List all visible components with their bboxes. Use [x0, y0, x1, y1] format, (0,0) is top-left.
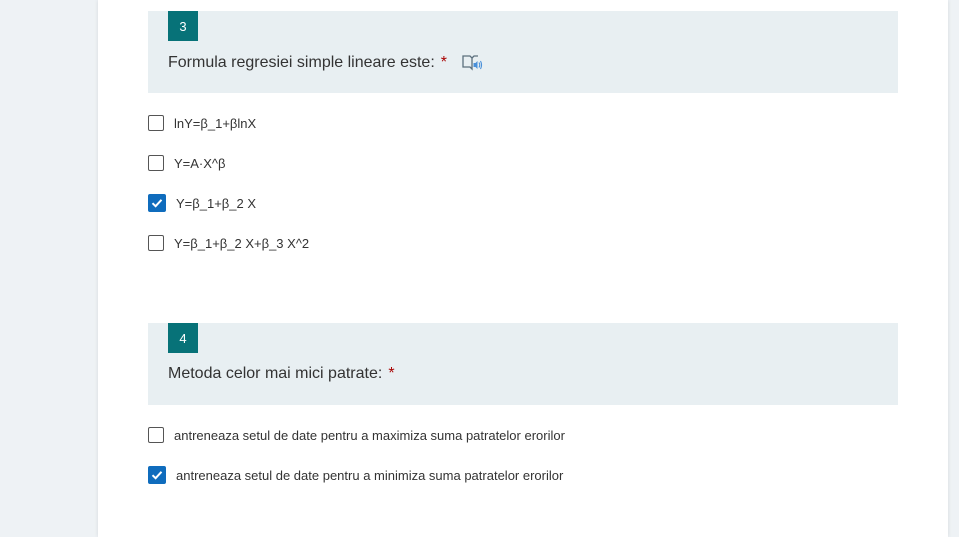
option-label: Y=β_1+β_2 X — [176, 195, 257, 211]
option-q4-2[interactable]: antreneaza setul de date pentru a minimi… — [148, 465, 563, 485]
required-asterisk: * — [388, 365, 395, 382]
option-label: lnY=β_1+βlnX — [174, 115, 257, 131]
option-label: Y=A·X^β — [174, 155, 226, 171]
question-4-header: 4 Metoda celor mai mici patrate: * — [148, 323, 898, 405]
checkbox-unchecked[interactable] — [148, 427, 164, 443]
checkbox-unchecked[interactable] — [148, 115, 164, 131]
option-q4-1[interactable]: antreneaza setul de date pentru a maximi… — [148, 425, 565, 445]
question-title-text: Metoda celor mai mici patrate: — [168, 365, 383, 382]
form-page: 3 Formula regresiei simple lineare este:… — [0, 0, 959, 537]
option-label: antreneaza setul de date pentru a minimi… — [176, 467, 564, 483]
option-q3-2[interactable]: Y=A·X^β — [148, 153, 226, 173]
question-title: Metoda celor mai mici patrate: * — [168, 365, 395, 383]
option-q3-3[interactable]: Y=β_1+β_2 X — [148, 193, 256, 213]
option-label: Y=β_1+β_2 X+β_3 X^2 — [174, 235, 310, 251]
checkmark-icon — [151, 199, 163, 208]
question-title: Formula regresiei simple lineare este: * — [168, 53, 483, 73]
checkbox-unchecked[interactable] — [148, 155, 164, 171]
option-q3-1[interactable]: lnY=β_1+βlnX — [148, 113, 256, 133]
immersive-reader-icon[interactable] — [461, 53, 483, 73]
question-number-badge: 4 — [168, 323, 198, 353]
checkmark-icon — [151, 471, 163, 480]
required-asterisk: * — [440, 54, 448, 71]
question-number-badge: 3 — [168, 11, 198, 41]
option-q3-4[interactable]: Y=β_1+β_2 X+β_3 X^2 — [148, 233, 309, 253]
checkbox-unchecked[interactable] — [148, 235, 164, 251]
option-label: antreneaza setul de date pentru a maximi… — [174, 427, 565, 443]
checkbox-checked[interactable] — [148, 466, 166, 484]
checkbox-checked[interactable] — [148, 194, 166, 212]
form-card: 3 Formula regresiei simple lineare este:… — [98, 0, 948, 537]
question-3-header: 3 Formula regresiei simple lineare este:… — [148, 11, 898, 93]
question-title-text: Formula regresiei simple lineare este: — [168, 54, 435, 71]
